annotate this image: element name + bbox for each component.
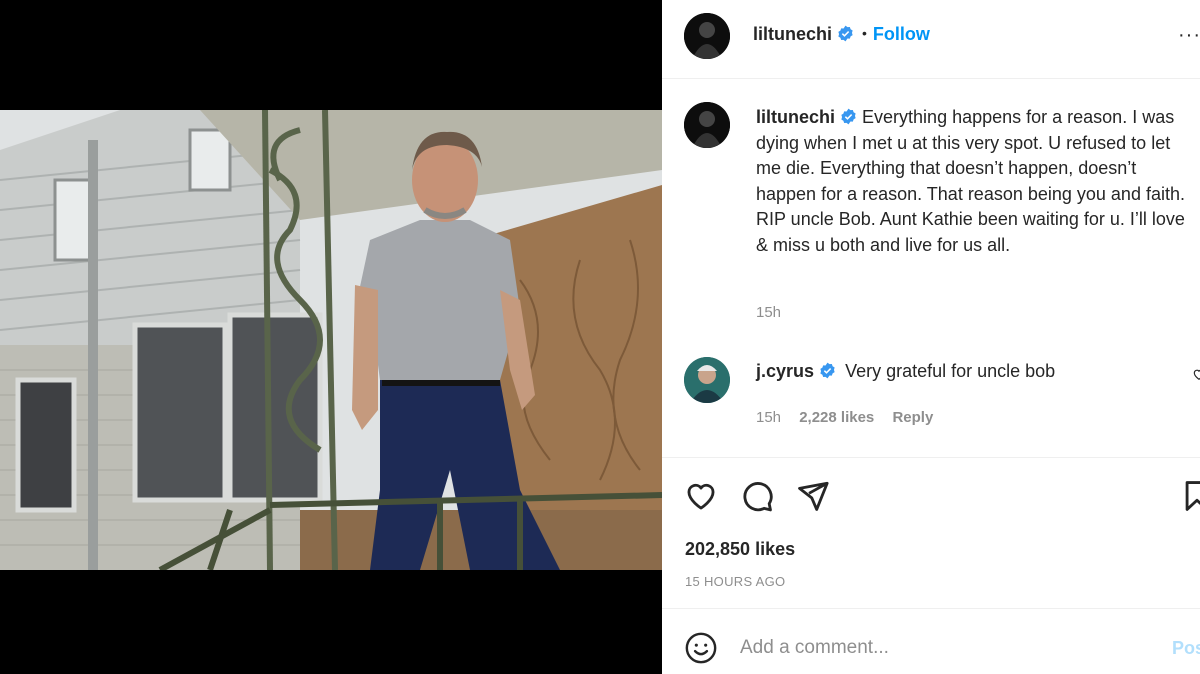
post-header: liltunechi • Follow ··· bbox=[662, 0, 1200, 79]
follow-button[interactable]: Follow bbox=[873, 24, 930, 44]
comment-icon[interactable] bbox=[740, 479, 774, 513]
avatar[interactable] bbox=[684, 13, 730, 59]
more-options-icon[interactable]: ··· bbox=[1178, 24, 1200, 47]
post-actions: 202,850 likes 15 HOURS AGO bbox=[662, 459, 1200, 609]
caption-avatar[interactable] bbox=[684, 102, 730, 148]
verified-badge-icon bbox=[820, 362, 835, 379]
heart-icon[interactable] bbox=[684, 479, 718, 513]
post-media[interactable] bbox=[0, 0, 662, 674]
post-timestamp[interactable]: 15 HOURS AGO bbox=[685, 574, 785, 589]
separator-dot: • bbox=[862, 25, 867, 41]
commenter-avatar[interactable] bbox=[684, 357, 730, 403]
comment-text: Very grateful for uncle bob bbox=[845, 361, 1056, 381]
comments-section[interactable]: liltunechi Everything happens for a reas… bbox=[662, 80, 1200, 458]
comment-meta: 15h 2,228 likes Reply bbox=[756, 409, 947, 426]
post-likes-count[interactable]: 202,850 likes bbox=[685, 539, 795, 560]
caption-text-block: liltunechi Everything happens for a reas… bbox=[756, 105, 1200, 258]
emoji-icon[interactable] bbox=[684, 631, 718, 665]
username-link[interactable]: liltunechi bbox=[753, 24, 832, 44]
post-photo bbox=[0, 110, 662, 570]
commenter-username[interactable]: j.cyrus bbox=[756, 361, 814, 381]
comment-like-heart-icon[interactable] bbox=[1192, 367, 1200, 381]
comment-text-block: j.cyrus Very grateful for uncle bob bbox=[756, 361, 1055, 382]
post-panel: liltunechi • Follow ··· liltunechi Everyth… bbox=[662, 0, 1200, 674]
add-comment-bar: Post bbox=[662, 610, 1200, 674]
reply-button[interactable]: Reply bbox=[892, 409, 933, 426]
caption-text: Everything happens for a reason. I was d… bbox=[756, 107, 1185, 255]
add-comment-input[interactable] bbox=[740, 632, 1140, 664]
verified-badge-icon bbox=[838, 25, 853, 42]
comment-timestamp[interactable]: 15h bbox=[756, 409, 781, 426]
verified-badge-icon bbox=[841, 108, 856, 125]
bookmark-icon[interactable] bbox=[1180, 479, 1200, 513]
share-icon[interactable] bbox=[796, 479, 830, 513]
caption-timestamp[interactable]: 15h bbox=[756, 304, 781, 321]
caption-username[interactable]: liltunechi bbox=[756, 107, 835, 127]
post-comment-button[interactable]: Post bbox=[1172, 638, 1200, 659]
comment-likes[interactable]: 2,228 likes bbox=[799, 409, 874, 426]
header-identity: liltunechi • Follow bbox=[753, 24, 930, 45]
